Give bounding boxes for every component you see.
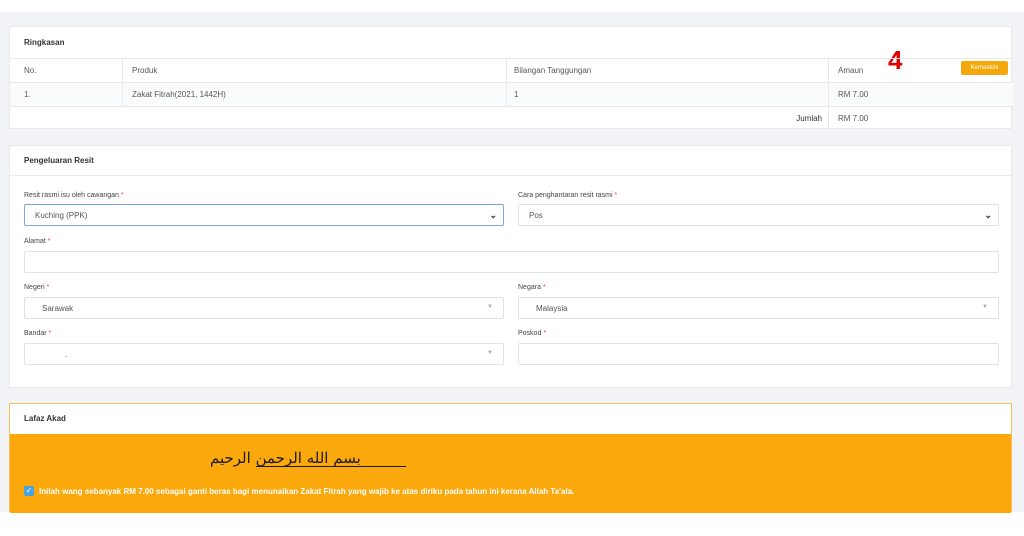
state-value: Sarawak (42, 303, 74, 313)
delivery-value: Pos (529, 210, 543, 220)
chevron-down-icon: ⌄ (489, 210, 497, 220)
row-no: 1. (24, 90, 31, 99)
branch-value: Kuching (PPK) (35, 210, 88, 220)
total-amount: RM 7.00 (838, 113, 869, 123)
table-row: 1. Zakat Fitrah(2021, 1442H) 1 RM 7.00 (10, 82, 1013, 106)
akad-panel: بسم الله الرحمن الرحيم ✓ Inilah wang seb… (10, 434, 1011, 513)
delivery-select[interactable]: Pos ⌄ (518, 204, 999, 226)
caret-down-icon: ▼ (982, 304, 988, 310)
table-total-row: Jumlah RM 7.00 (10, 106, 1013, 129)
address-input[interactable] (24, 251, 999, 273)
state-select[interactable]: Sarawak ▼ (24, 297, 504, 319)
caret-down-icon: ▼ (487, 304, 493, 310)
delivery-label: Cara penghantaran resit rasmi * (518, 192, 618, 199)
table-header: No. Produk Bilangan Tanggungan Amaun (10, 58, 1013, 82)
akad-card: Lafaz Akad بسم الله الرحمن الرحيم ✓ Inil… (9, 403, 1012, 513)
receipt-card: Pengeluaran Resit Resit rasmi isu oleh c… (9, 145, 1013, 388)
column-header-product: Produk (132, 66, 158, 75)
postcode-input[interactable] (518, 343, 999, 365)
divider (10, 175, 1013, 176)
bismillah-calligraphy: بسم الله الرحمن الرحيم (210, 449, 361, 467)
total-label: Jumlah (796, 113, 822, 123)
address-label: Alamat * (24, 238, 51, 245)
row-amount: RM 7.00 (838, 90, 869, 99)
summary-title: Ringkasan (24, 38, 65, 47)
branch-label: Resit rasmi isu oleh cawangan * (24, 192, 124, 199)
chevron-down-icon: ⌄ (984, 210, 992, 220)
akad-title: Lafaz Akad (24, 414, 66, 423)
state-label: Negeri * (24, 284, 50, 291)
branch-select[interactable]: Kuching (PPK) ⌄ (24, 204, 504, 226)
row-dependents: 1 (514, 90, 519, 99)
receipt-title: Pengeluaran Resit (24, 156, 94, 165)
city-select[interactable]: . ▼ (24, 343, 504, 365)
column-header-no: No. (24, 66, 37, 75)
caret-down-icon: ▼ (487, 350, 493, 356)
city-label: Bandar * (24, 330, 52, 337)
row-product: Zakat Fitrah(2021, 1442H) (132, 90, 226, 99)
country-value: Malaysia (536, 303, 568, 313)
akad-statement: Inilah wang sebanyak RM 7.00 sebagai gan… (39, 487, 575, 496)
check-icon: ✓ (25, 486, 33, 495)
akad-checkbox[interactable]: ✓ (24, 486, 34, 496)
city-value: . (65, 349, 68, 359)
country-select[interactable]: Malaysia ▼ (518, 297, 999, 319)
column-header-amount: Amaun (838, 66, 864, 75)
column-header-dependents: Bilangan Tanggungan (514, 66, 592, 75)
calligraphy-line (256, 466, 406, 467)
postcode-label: Poskod * (518, 330, 547, 337)
summary-card: Ringkasan 4 Kemaskini No. Produk Bilanga… (9, 26, 1013, 129)
country-label: Negara * (518, 284, 546, 291)
